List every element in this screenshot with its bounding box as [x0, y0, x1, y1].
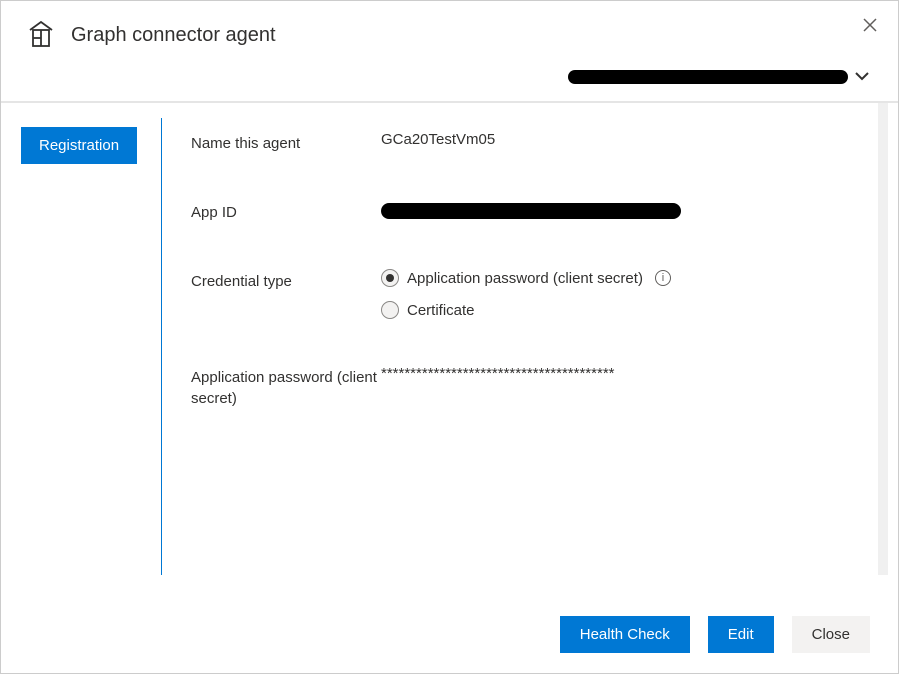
health-check-button[interactable]: Health Check — [560, 616, 690, 653]
value-agent-name: GCa20TestVm05 — [381, 131, 858, 148]
radio-label-password: Application password (client secret) — [407, 270, 643, 287]
close-button[interactable]: Close — [792, 616, 870, 653]
value-app-id-redacted — [381, 200, 858, 219]
app-icon — [25, 19, 57, 51]
label-credential-type: Credential type — [191, 269, 381, 292]
radio-dot-icon — [381, 269, 399, 287]
radio-application-password[interactable]: Application password (client secret) i — [381, 269, 858, 287]
account-name-redacted — [568, 70, 848, 84]
dialog-title: Graph connector agent — [71, 24, 276, 47]
dialog-footer: Health Check Edit Close — [1, 596, 898, 673]
sidebar: Registration — [1, 103, 161, 575]
close-icon[interactable] — [860, 15, 880, 35]
edit-button[interactable]: Edit — [708, 616, 774, 653]
scrollbar[interactable] — [878, 103, 888, 575]
info-icon[interactable]: i — [655, 270, 671, 286]
radio-dot-icon — [381, 301, 399, 319]
chevron-down-icon — [854, 69, 870, 85]
label-agent-name: Name this agent — [191, 131, 381, 154]
dialog-header: Graph connector agent — [1, 1, 898, 61]
value-app-password-masked: **************************************** — [381, 365, 858, 382]
radio-label-certificate: Certificate — [407, 302, 475, 319]
label-app-password: Application password (client secret) — [191, 365, 381, 409]
tab-registration[interactable]: Registration — [21, 127, 137, 164]
radio-certificate[interactable]: Certificate — [381, 301, 858, 319]
label-app-id: App ID — [191, 200, 381, 223]
account-selector[interactable] — [1, 61, 898, 103]
form-panel: Name this agent GCa20TestVm05 App ID Cre… — [161, 103, 898, 575]
credential-type-radio-group: Application password (client secret) i C… — [381, 269, 858, 319]
